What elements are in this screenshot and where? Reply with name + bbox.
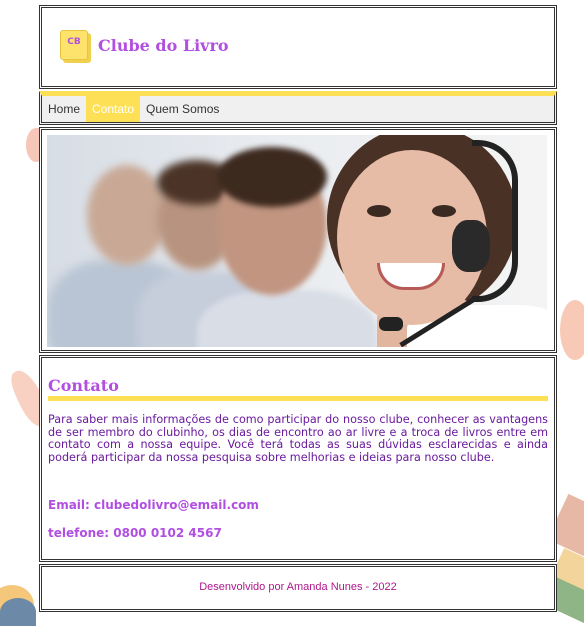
title-divider xyxy=(48,396,548,401)
hero-section xyxy=(39,127,557,353)
nav-item-quem-somos[interactable]: Quem Somos xyxy=(140,96,225,122)
book-logo-icon[interactable]: CB xyxy=(60,30,88,60)
contact-paragraph: Para saber mais informações de como part… xyxy=(48,413,548,464)
section-title: Contato xyxy=(48,376,119,395)
decorative-shape xyxy=(0,598,36,626)
site-title[interactable]: Clube do Livro xyxy=(98,36,229,55)
decorative-shape xyxy=(560,300,584,360)
nav-item-home[interactable]: Home xyxy=(42,96,86,122)
contact-email: Email: clubedolivro@email.com xyxy=(48,498,259,512)
contact-section: Contato Para saber mais informações de c… xyxy=(39,355,557,562)
site-footer: Desenvolvido por Amanda Nunes - 2022 xyxy=(39,564,557,612)
support-team-photo xyxy=(47,135,547,347)
page-container: CB Clube do Livro Home Contato Quem Somo… xyxy=(39,5,557,612)
contact-phone: telefone: 0800 0102 4567 xyxy=(48,526,222,540)
nav-item-contato[interactable]: Contato xyxy=(86,96,141,122)
footer-credit: Desenvolvido por Amanda Nunes - 2022 xyxy=(199,581,397,593)
site-header: CB Clube do Livro xyxy=(39,5,557,89)
main-nav: Home Contato Quem Somos xyxy=(39,91,557,125)
